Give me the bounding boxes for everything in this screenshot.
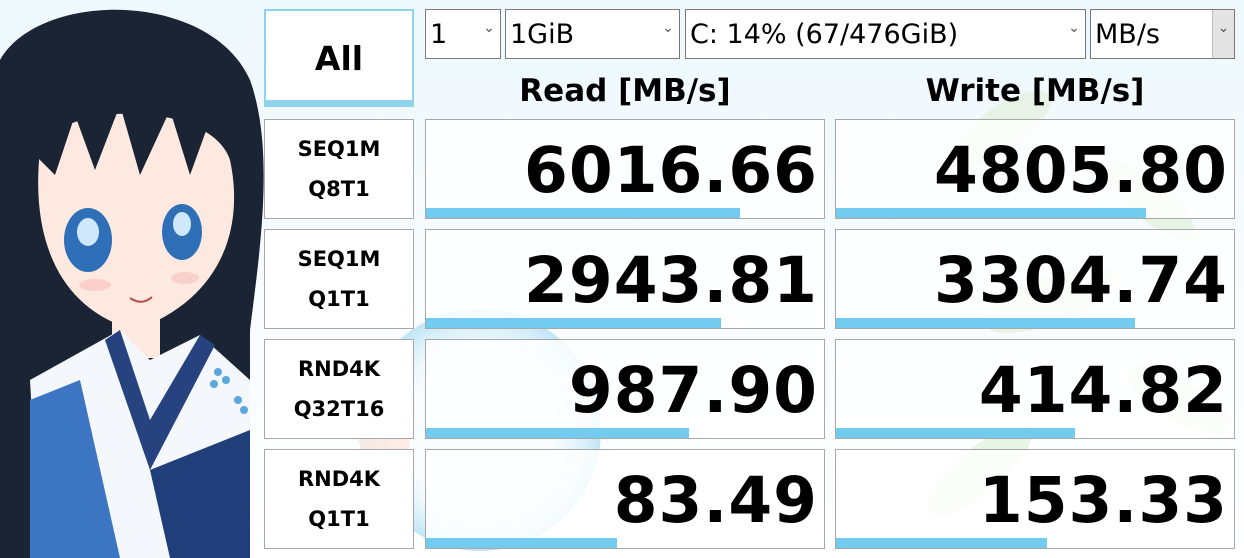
drive-select[interactable]: C: 14% (67/476GiB) ⌄ xyxy=(685,9,1086,59)
unit-select[interactable]: MB/s ⌄ xyxy=(1090,9,1235,59)
test-params: Q1T1 xyxy=(308,507,370,531)
write-progress-bar xyxy=(836,428,1075,438)
read-progress-bar xyxy=(426,318,721,328)
test-button-seq1m-q8t1[interactable]: SEQ1M Q8T1 xyxy=(264,119,414,219)
read-result-value: 2943.81 xyxy=(524,244,818,317)
write-result-cell: 4805.80 xyxy=(835,119,1235,219)
write-result-value: 414.82 xyxy=(978,354,1228,427)
write-result-cell: 3304.74 xyxy=(835,229,1235,329)
write-progress-bar xyxy=(836,208,1147,218)
write-result-value: 153.33 xyxy=(978,464,1228,537)
write-result-cell: 153.33 xyxy=(835,449,1235,549)
run-all-button[interactable]: All xyxy=(264,9,414,107)
write-progress-bar xyxy=(836,538,1047,548)
test-size-value: 1GiB xyxy=(510,18,575,50)
test-size-select[interactable]: 1GiB ⌄ xyxy=(505,9,680,59)
chevron-down-icon: ⌄ xyxy=(1068,20,1080,36)
test-params: Q32T16 xyxy=(293,397,385,421)
test-name: SEQ1M xyxy=(297,137,381,161)
read-column-header: Read [MB/s] xyxy=(519,73,731,109)
read-result-cell: 2943.81 xyxy=(425,229,825,329)
chevron-down-icon: ⌄ xyxy=(483,20,495,36)
benchmark-panel: All 1 ⌄ 1GiB ⌄ C: 14% (67/476GiB) ⌄ MB/s… xyxy=(0,0,1244,558)
test-name: RND4K xyxy=(297,357,381,381)
test-params: Q8T1 xyxy=(308,177,370,201)
unit-value: MB/s xyxy=(1095,18,1160,50)
test-button-seq1m-q1t1[interactable]: SEQ1M Q1T1 xyxy=(264,229,414,329)
test-count-select[interactable]: 1 ⌄ xyxy=(425,9,501,59)
write-result-cell: 414.82 xyxy=(835,339,1235,439)
read-progress-bar xyxy=(426,428,689,438)
write-result-value: 4805.80 xyxy=(934,134,1228,207)
read-result-value: 83.49 xyxy=(613,464,818,537)
read-result-cell: 83.49 xyxy=(425,449,825,549)
read-result-value: 987.90 xyxy=(568,354,818,427)
write-column-header: Write [MB/s] xyxy=(925,73,1145,109)
read-progress-bar xyxy=(426,208,741,218)
drive-value: C: 14% (67/476GiB) xyxy=(690,18,959,50)
chevron-down-icon: ⌄ xyxy=(1212,10,1234,58)
test-name: SEQ1M xyxy=(297,247,381,271)
test-name: RND4K xyxy=(297,467,381,491)
read-result-cell: 6016.66 xyxy=(425,119,825,219)
test-button-rnd4k-q32t16[interactable]: RND4K Q32T16 xyxy=(264,339,414,439)
read-result-value: 6016.66 xyxy=(524,134,818,207)
chevron-down-icon: ⌄ xyxy=(662,20,674,36)
write-progress-bar xyxy=(836,318,1135,328)
test-button-rnd4k-q1t1[interactable]: RND4K Q1T1 xyxy=(264,449,414,549)
test-count-value: 1 xyxy=(430,18,448,50)
read-result-cell: 987.90 xyxy=(425,339,825,439)
write-result-value: 3304.74 xyxy=(934,244,1228,317)
read-progress-bar xyxy=(426,538,618,548)
test-params: Q1T1 xyxy=(308,287,370,311)
